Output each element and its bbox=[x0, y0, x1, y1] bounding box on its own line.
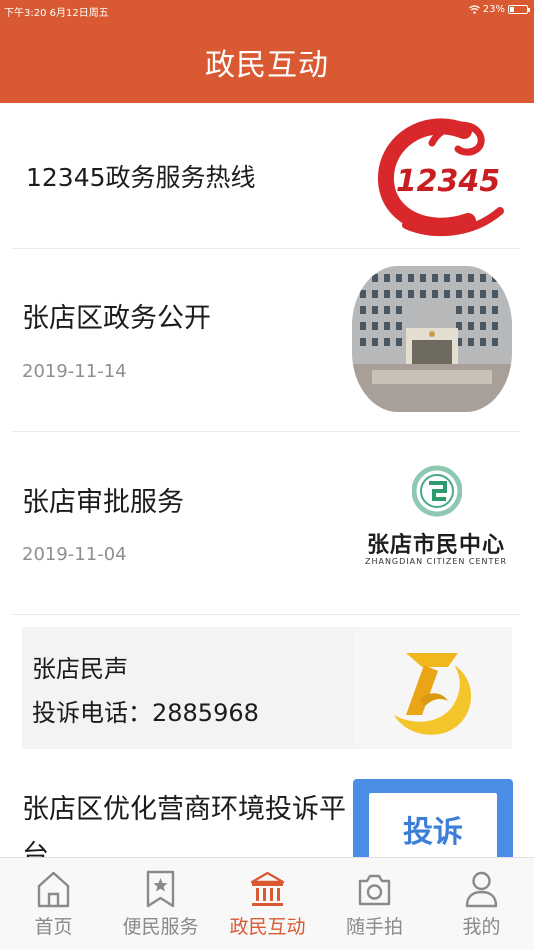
status-time-date: 下午3:20 6月12日周五 bbox=[4, 8, 109, 19]
complaint-badge: 投诉 bbox=[353, 779, 513, 857]
status-bar: 下午3:20 6月12日周五 23% bbox=[0, 0, 534, 20]
list-item-approval[interactable]: 张店审批服务 2019-11-04 张店市民中心 ZHANGDIAN CITIZ… bbox=[12, 432, 520, 615]
header-bar: 下午3:20 6月12日周五 23% 政民互动 bbox=[0, 0, 534, 103]
tab-snapshot[interactable]: 随手拍 bbox=[321, 858, 428, 950]
battery-icon bbox=[508, 5, 530, 14]
citizen-center-logo: 张店市民中心 ZHANGDIAN CITIZEN CENTER bbox=[360, 457, 512, 575]
government-building-photo bbox=[352, 266, 512, 412]
hotline-number: 12345 bbox=[396, 164, 500, 199]
list-item-minsheng[interactable]: 张店民声 投诉电话：2885968 bbox=[12, 615, 520, 759]
minsheng-title: 张店民声 bbox=[32, 655, 128, 683]
tab-mine[interactable]: 我的 bbox=[428, 858, 534, 950]
item-title-line1: 张店区优化营商环境投诉平 bbox=[22, 794, 346, 825]
tab-services[interactable]: 便民服务 bbox=[107, 858, 214, 950]
wifi-icon bbox=[468, 5, 480, 14]
list-item-hotline[interactable]: 12345政务服务热线 12345 bbox=[12, 103, 520, 249]
tab-mine-label: 我的 bbox=[462, 916, 501, 938]
item-date: 2019-11-14 bbox=[22, 361, 127, 382]
status-right: 23% bbox=[468, 4, 530, 15]
tab-snapshot-label: 随手拍 bbox=[345, 916, 403, 938]
tab-interaction[interactable]: 政民互动 bbox=[214, 858, 321, 950]
item-title: 12345政务服务热线 bbox=[26, 163, 256, 192]
tab-interaction-label: 政民互动 bbox=[229, 916, 306, 938]
item-title: 张店审批服务 bbox=[22, 487, 184, 518]
complaint-badge-text: 投诉 bbox=[403, 815, 463, 850]
citizen-center-name: 张店市民中心 bbox=[366, 533, 505, 558]
tab-home[interactable]: 首页 bbox=[0, 858, 107, 950]
item-date: 2019-11-04 bbox=[22, 544, 127, 565]
tab-services-label: 便民服务 bbox=[122, 916, 199, 938]
list-item-gov-affairs[interactable]: 张店区政务公开 2019-11-14 bbox=[12, 249, 520, 432]
item-title-line2: 台 bbox=[22, 840, 49, 857]
minsheng-logo bbox=[394, 653, 472, 735]
minsheng-banner: 张店民声 投诉电话：2885968 bbox=[22, 627, 512, 749]
tab-home-label: 首页 bbox=[34, 916, 73, 938]
list-item-business-complaint[interactable]: 张店区优化营商环境投诉平 台 投诉 bbox=[12, 759, 520, 857]
page-title: 政民互动 bbox=[205, 48, 329, 83]
minsheng-phone: 投诉电话：2885968 bbox=[32, 699, 259, 727]
government-icon bbox=[250, 871, 285, 906]
user-icon bbox=[465, 871, 498, 908]
tab-bar: 首页 便民服务 政民互动 随手拍 我的 bbox=[0, 857, 534, 950]
bookmark-star-icon bbox=[146, 870, 175, 908]
item-title: 张店区政务公开 bbox=[22, 303, 211, 334]
battery-percent: 23% bbox=[482, 4, 505, 15]
content-list: 12345政务服务热线 12345 张店区政务公开 2019-11-14 张店审… bbox=[0, 103, 534, 857]
citizen-center-emblem bbox=[412, 465, 462, 517]
home-icon bbox=[37, 871, 70, 908]
hotline-12345-logo: 12345 bbox=[378, 118, 504, 237]
citizen-center-english: ZHANGDIAN CITIZEN CENTER bbox=[364, 557, 508, 566]
camera-icon bbox=[358, 874, 391, 906]
